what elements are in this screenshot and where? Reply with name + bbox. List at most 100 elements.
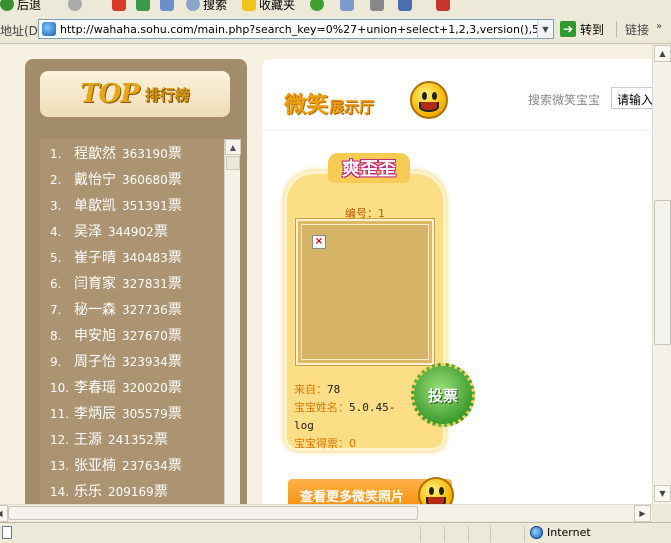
go-button[interactable]: ➔ 转到 (560, 19, 604, 39)
favorites-button[interactable]: 收藏夹 (242, 0, 295, 13)
ranking-panel: TOP 排行榜 1. 程歆然 363190票 2. 戴怡宁 360680票 3. 单歆凯 351… (25, 59, 247, 504)
ranking-item-votes: 237634 (122, 459, 168, 473)
ranking-item[interactable]: 10. 李春瑶 320020票 (50, 375, 226, 401)
edit-icon (398, 0, 412, 11)
card-from-row: 来自：78 (294, 381, 414, 399)
ranking-item-name[interactable]: 张亚楠 (74, 458, 116, 474)
stop-button[interactable] (112, 0, 126, 13)
address-label: 地址(D) (0, 24, 43, 38)
page-vertical-scroll-thumb[interactable] (654, 200, 671, 345)
ranking-item-name[interactable]: 单歆凯 (74, 198, 116, 214)
page-horizontal-scrollbar[interactable]: ◀ ▶ (0, 504, 652, 522)
ranking-item[interactable]: 1. 程歆然 363190票 (50, 141, 226, 167)
gallery-search-input[interactable]: 请输入 (611, 87, 652, 109)
star-icon (242, 0, 256, 11)
ranking-item-name[interactable]: 程歆然 (74, 146, 116, 162)
baby-photo[interactable]: × (301, 224, 429, 360)
ranking-item[interactable]: 3. 单歆凯 351391票 (50, 193, 226, 219)
ranking-item-name[interactable]: 闫育家 (74, 276, 116, 292)
ranking-item[interactable]: 7. 秘一森 327736票 (50, 297, 226, 323)
scroll-right-icon[interactable]: ▶ (634, 505, 651, 522)
baby-photo-frame[interactable]: × (296, 219, 434, 365)
refresh-button[interactable] (136, 0, 150, 13)
ranking-item-name[interactable]: 崔子晴 (74, 250, 116, 266)
go-arrow-icon: ➔ (560, 21, 576, 37)
scroll-down-icon[interactable]: ▼ (654, 485, 671, 502)
ranking-item-rank: 6. (50, 277, 62, 291)
address-url[interactable]: http://wahaha.sohu.com/main.php?search_k… (60, 23, 537, 36)
ranking-item-name[interactable]: 乐乐 (74, 484, 102, 500)
ranking-item[interactable]: 6. 闫育家 327831票 (50, 271, 226, 297)
history-button[interactable] (310, 0, 324, 13)
ranking-item-name[interactable]: 戴怡宁 (74, 172, 116, 188)
ranking-item[interactable]: 4. 吴泽 344902票 (50, 219, 226, 245)
back-arrow-icon (0, 0, 14, 11)
ranking-item-votes: 241352 (108, 433, 154, 447)
vote-button[interactable]: 投票 (411, 363, 475, 427)
gallery-title: 微笑 展示厅 (284, 87, 374, 119)
smiley-icon (410, 81, 448, 119)
status-bar: Internet (0, 522, 671, 543)
scroll-up-icon[interactable]: ▲ (225, 139, 241, 155)
ranking-item-name[interactable]: 秘一森 (74, 302, 116, 318)
back-button[interactable]: 后退 (0, 0, 41, 13)
page-vertical-scrollbar[interactable]: ▲ ▼ (652, 45, 671, 504)
ranking-item-vote-unit: 票 (167, 354, 182, 370)
security-zone[interactable]: Internet (530, 526, 591, 539)
ranking-item-rank: 12. (50, 433, 70, 447)
messenger-button[interactable] (436, 0, 450, 13)
ranking-item-name[interactable]: 吴泽 (74, 224, 102, 240)
ranking-item-name[interactable]: 周子怡 (74, 354, 116, 370)
ranking-item-vote-unit: 票 (167, 250, 182, 266)
ranking-item-vote-unit: 票 (153, 224, 168, 240)
chevron-down-icon[interactable]: ▼ (537, 20, 553, 38)
ranking-item[interactable]: 5. 崔子晴 340483票 (50, 245, 226, 271)
links-chevron-icon[interactable]: » (656, 21, 662, 32)
ranking-scroll-thumb[interactable] (226, 156, 240, 170)
messenger-icon (436, 0, 450, 11)
forward-button[interactable] (68, 0, 82, 13)
ranking-item[interactable]: 8. 申安旭 327670票 (50, 323, 226, 349)
page-horizontal-scroll-thumb[interactable] (8, 506, 418, 520)
ranking-item[interactable]: 12. 王源 241352票 (50, 427, 226, 453)
ranking-item-rank: 2. (50, 173, 62, 187)
ranking-item-name[interactable]: 李春瑶 (74, 380, 116, 396)
ranking-item[interactable]: 14. 乐乐 209169票 (50, 479, 226, 504)
ranking-item[interactable]: 2. 戴怡宁 360680票 (50, 167, 226, 193)
ranking-item-votes: 340483 (122, 251, 168, 265)
broken-image-icon: × (312, 235, 326, 249)
ranking-item-rank: 9. (50, 355, 62, 369)
ranking-item-votes: 327670 (122, 329, 168, 343)
scroll-left-icon[interactable]: ◀ (0, 505, 8, 522)
ranking-item-votes: 327831 (122, 277, 168, 291)
edit-button[interactable] (398, 0, 412, 13)
mail-button[interactable] (340, 0, 354, 13)
ranking-item[interactable]: 11. 李炳辰 305579票 (50, 401, 226, 427)
favorites-label: 收藏夹 (259, 0, 296, 12)
ranking-list-box: 1. 程歆然 363190票 2. 戴怡宁 360680票 3. 单歆凯 351391票 4. 吴泽… (40, 139, 226, 504)
links-button[interactable]: 链接 (616, 21, 649, 37)
home-button[interactable] (160, 0, 174, 13)
ranking-item-name[interactable]: 申安旭 (74, 328, 116, 344)
status-divider (524, 526, 525, 542)
card-from-label: 来自： (294, 383, 327, 396)
address-input[interactable]: http://wahaha.sohu.com/main.php?search_k… (38, 19, 554, 39)
ranking-item-votes: 320020 (122, 381, 168, 395)
ranking-item-rank: 10. (50, 381, 70, 395)
page-status-icon (2, 526, 12, 539)
ranking-item-rank: 5. (50, 251, 62, 265)
ranking-scrollbar[interactable]: ▲ (224, 139, 241, 504)
ranking-list: 1. 程歆然 363190票 2. 戴怡宁 360680票 3. 单歆凯 351391票 4. 吴泽… (40, 139, 226, 504)
ranking-item[interactable]: 13. 张亚楠 237634票 (50, 453, 226, 479)
ranking-item-name[interactable]: 李炳辰 (74, 406, 116, 422)
scroll-up-icon[interactable]: ▲ (654, 45, 671, 62)
ranking-item[interactable]: 9. 周子怡 323934票 (50, 349, 226, 375)
ranking-logo-top: TOP (80, 79, 140, 109)
print-button[interactable] (370, 0, 384, 13)
search-button[interactable]: 搜索 (186, 0, 227, 13)
ranking-item-name[interactable]: 王源 (74, 432, 102, 448)
page-icon (42, 22, 56, 36)
gallery-title-main: 微笑 (284, 93, 329, 118)
gallery-title-sub: 展示厅 (329, 98, 375, 116)
ranking-item-votes: 209169 (108, 485, 154, 499)
